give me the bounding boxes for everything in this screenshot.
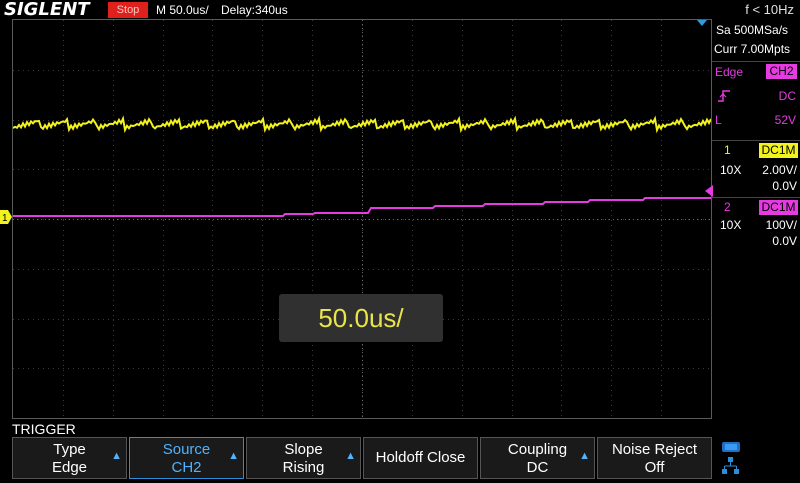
network-icon <box>722 457 739 474</box>
trigger-slope-row: DC <box>712 86 800 106</box>
timebase-readout: M 50.0us/ <box>156 3 209 17</box>
coupling-button[interactable]: Coupling DC ▲ <box>480 437 595 479</box>
system-status-icons <box>722 442 740 474</box>
ch2-coupling-badge: DC1M <box>759 200 798 215</box>
ch1-number: 1 <box>724 143 731 157</box>
slope-label: Slope <box>284 441 323 458</box>
ch2-scale: 100V/ <box>765 218 797 232</box>
slope-button[interactable]: Slope Rising ▲ <box>246 437 361 479</box>
frequency-readout: f < 10Hz <box>745 2 794 17</box>
trigger-source-badge: CH2 <box>766 64 797 79</box>
ch2-offset: 0.0V <box>772 234 797 248</box>
ch1-ground-marker[interactable]: 1 <box>0 210 12 224</box>
trigger-position-marker <box>697 20 707 26</box>
ch1-probe: 10X <box>720 163 742 177</box>
chevron-up-icon: ▲ <box>111 450 122 462</box>
sample-rate: Sa 500MSa/s <box>716 23 789 37</box>
timebase-popup: 50.0us/ <box>279 294 443 342</box>
noise-reject-label: Noise Reject <box>611 441 698 458</box>
waveform-grid[interactable] <box>12 19 712 419</box>
holdoff-label: Holdoff Close <box>375 449 466 466</box>
memory-depth: Curr 7.00Mpts <box>714 42 791 56</box>
type-label: Type <box>53 441 86 458</box>
trigger-mode: Edge <box>715 65 744 79</box>
chevron-up-icon: ▲ <box>579 450 590 462</box>
menu-title: TRIGGER <box>12 421 76 437</box>
chevron-up-icon: ▲ <box>228 450 239 462</box>
ch1-offset: 0.0V <box>772 179 797 193</box>
waveform-display <box>13 20 711 418</box>
ch2-info[interactable]: 2 DC1M 10X 100V/ 0.0V <box>712 197 800 254</box>
ch1-info[interactable]: 1 DC1M 10X 2.00V/ 0.0V <box>712 140 800 197</box>
brand-logo: SIGLENT <box>4 0 90 20</box>
trigger-type-row[interactable]: Edge CH2 <box>712 62 800 82</box>
system-icons <box>716 440 796 478</box>
ch1-scale: 2.00V/ <box>762 163 797 177</box>
trigger-level-row: L 52V <box>712 110 800 130</box>
ch2-probe: 10X <box>720 218 742 232</box>
trigger-level-label: L <box>715 113 722 127</box>
source-value: CH2 <box>171 459 202 476</box>
holdoff-button[interactable]: Holdoff Close <box>363 437 478 479</box>
ch1-coupling-badge: DC1M <box>759 143 798 158</box>
chevron-up-icon: ▲ <box>345 450 356 462</box>
ch2-number: 2 <box>724 200 731 214</box>
top-status-bar: SIGLENT Stop M 50.0us/ Delay:340us f < 1… <box>0 0 800 20</box>
ch1-marker-label: 1 <box>2 213 8 224</box>
source-button[interactable]: Source CH2 ▲ <box>129 437 244 479</box>
noise-reject-button[interactable]: Noise Reject Off <box>597 437 712 479</box>
trigger-coupling: DC <box>778 89 796 103</box>
noise-reject-value: Off <box>644 459 665 476</box>
rising-edge-icon <box>718 90 730 102</box>
run-stop-status[interactable]: Stop <box>108 2 148 18</box>
type-value: Edge <box>51 459 88 476</box>
graticule-center <box>13 20 711 418</box>
trigger-level-value: 52V <box>774 113 796 127</box>
source-label: Source <box>162 441 211 458</box>
coupling-value: DC <box>526 459 549 476</box>
coupling-label: Coupling <box>507 441 568 458</box>
type-button[interactable]: Type Edge ▲ <box>12 437 127 479</box>
delay-readout: Delay:340us <box>221 3 288 17</box>
slope-value: Rising <box>282 459 325 476</box>
